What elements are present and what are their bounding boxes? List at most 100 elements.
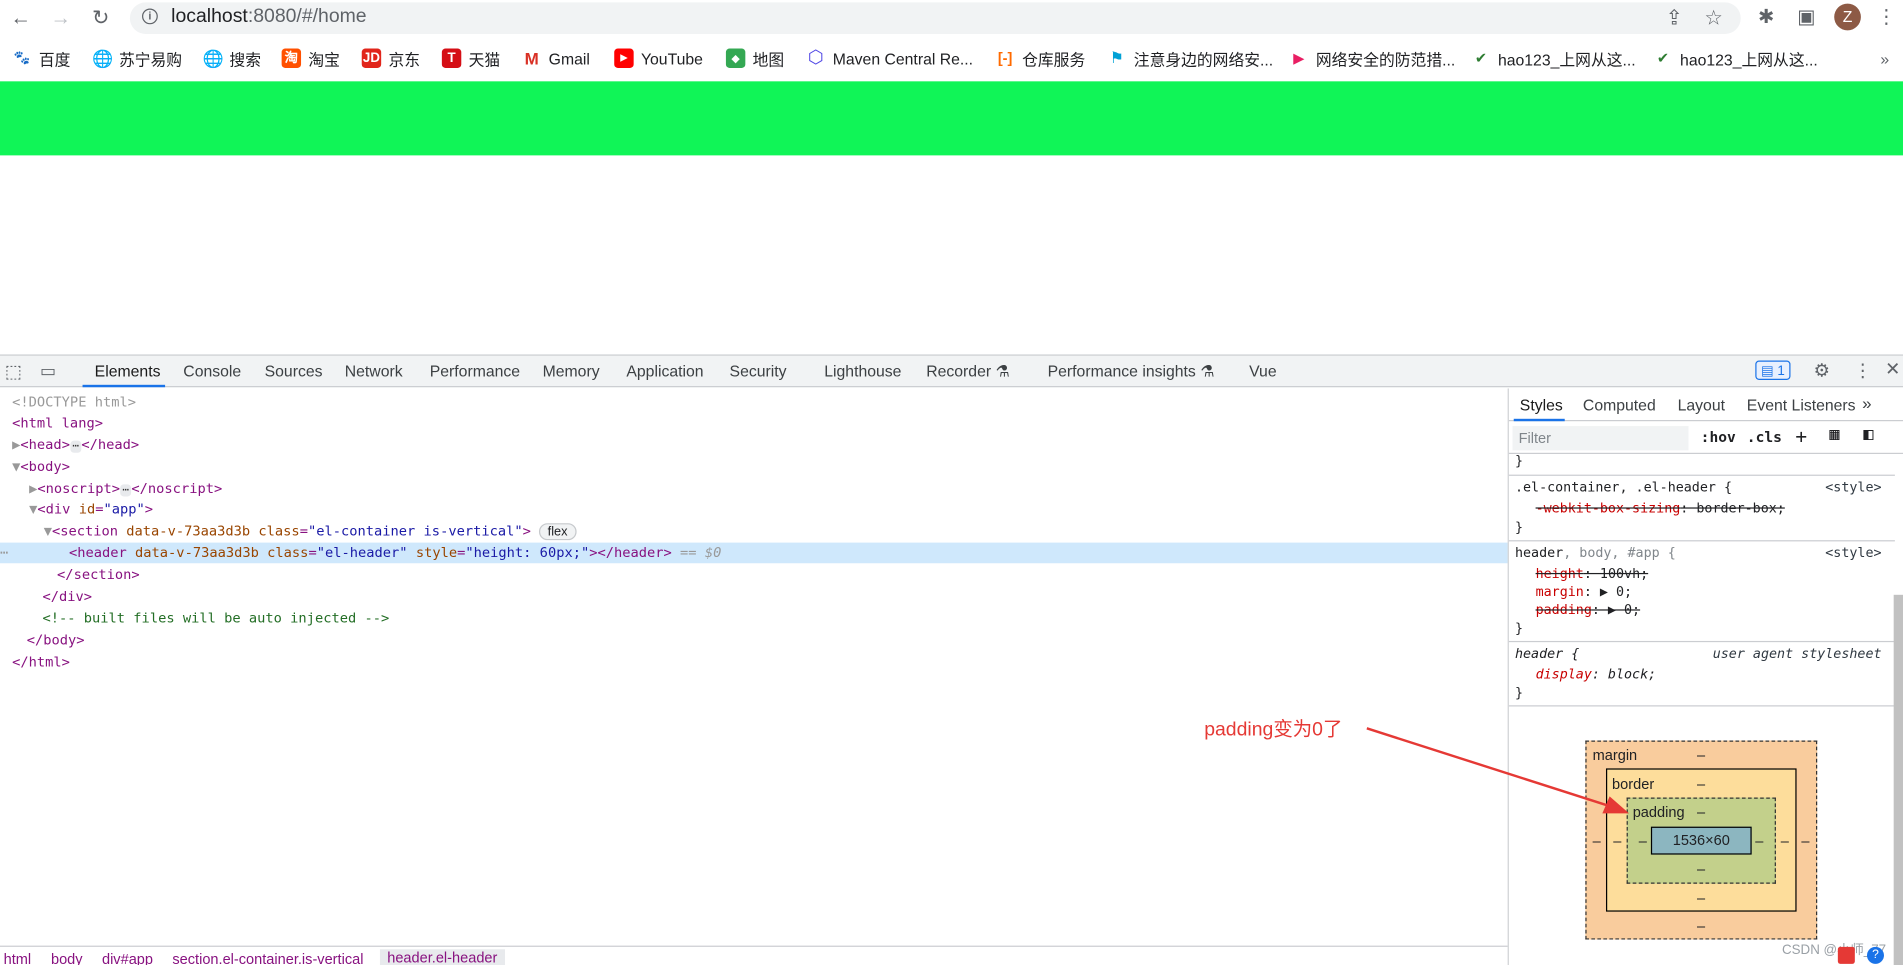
padding-top-value[interactable]: – bbox=[1697, 804, 1705, 821]
rule2-source[interactable]: <style> bbox=[1825, 544, 1881, 562]
collapse-triangle-icon[interactable]: ▼ bbox=[12, 459, 20, 475]
border-bottom-value[interactable]: – bbox=[1697, 890, 1705, 907]
tab-event-listeners[interactable]: Event Listeners bbox=[1747, 396, 1856, 414]
tab-performance-insights[interactable]: Performance insights ⚗ bbox=[1048, 362, 1215, 381]
tab-vue[interactable]: Vue bbox=[1249, 362, 1277, 380]
sidebar-scrollbar[interactable] bbox=[1893, 594, 1903, 965]
collapse-triangle-icon[interactable]: ▼ bbox=[44, 523, 52, 539]
dom-head-node[interactable]: ▶<head> ⋯ </head> bbox=[12, 435, 1520, 456]
rule2-declaration-padding[interactable]: padding: ▶ 0; bbox=[1536, 601, 1641, 619]
menu-icon[interactable]: ⋮ bbox=[1874, 6, 1898, 30]
dom-noscript-node[interactable]: ▶<noscript> ⋯ </noscript> bbox=[29, 478, 1537, 499]
bookmark-item[interactable]: ✔ hao123_上网从这... bbox=[1653, 44, 1818, 73]
close-icon[interactable]: ✕ bbox=[1885, 358, 1900, 380]
breadcrumb-body[interactable]: body bbox=[51, 950, 83, 965]
tab-layout[interactable]: Layout bbox=[1678, 396, 1725, 414]
more-tabs-icon[interactable]: » bbox=[1862, 393, 1871, 412]
tab-console[interactable]: Console bbox=[183, 362, 241, 380]
border-left-value[interactable]: – bbox=[1613, 833, 1621, 850]
margin-bottom-value[interactable]: – bbox=[1697, 918, 1705, 935]
bookmark-item[interactable]: 淘淘宝 bbox=[281, 44, 340, 73]
dom-node-menu-icon[interactable]: ⋯ bbox=[0, 545, 8, 561]
bookmark-item[interactable]: ✔ hao123_上网从这... bbox=[1471, 44, 1636, 73]
padding-bottom-value[interactable]: – bbox=[1697, 861, 1705, 878]
avatar[interactable]: Z bbox=[1834, 3, 1861, 31]
breadcrumb-header[interactable]: header.el-header bbox=[379, 949, 505, 965]
box-model-content-size[interactable]: 1536×60 bbox=[1650, 826, 1752, 855]
bookmark-item[interactable]: ▶ 网络安全的防范措... bbox=[1289, 44, 1455, 73]
dom-div-app-node[interactable]: ▼<div id="app"> bbox=[29, 499, 1537, 520]
margin-left-value[interactable]: – bbox=[1593, 833, 1601, 850]
margin-top-value[interactable]: – bbox=[1697, 747, 1705, 764]
bookmark-item[interactable]: ◆ 地图 bbox=[725, 44, 784, 73]
hov-toggle[interactable]: :hov bbox=[1701, 429, 1736, 446]
toggle-sidebar-icon[interactable]: ◧ bbox=[1863, 425, 1873, 444]
dom-header-node-selected[interactable]: ⋯ <header data-v-73aa3d3b class="el-heade… bbox=[0, 542, 1508, 564]
bookmark-item[interactable]: 🐾 百度 bbox=[12, 44, 71, 73]
rule1-selector-line[interactable]: .el-container, .el-header {<style> bbox=[1515, 478, 1889, 496]
dom-comment[interactable]: <!-- built files will be auto injected -… bbox=[42, 608, 1550, 629]
tab-security[interactable]: Security bbox=[730, 362, 787, 380]
extensions-icon[interactable]: ✱ bbox=[1754, 6, 1778, 30]
bookmark-item[interactable]: 🌐 苏宁易购 bbox=[92, 44, 182, 73]
tab-performance[interactable]: Performance bbox=[430, 362, 520, 380]
rule1-source[interactable]: <style> bbox=[1825, 478, 1881, 496]
tab-elements[interactable]: Elements bbox=[95, 362, 161, 380]
bookmark-item[interactable]: T 天猫 bbox=[441, 44, 500, 73]
rule1-declaration[interactable]: -webkit-box-sizing: border-box; bbox=[1536, 499, 1785, 517]
bookmark-item[interactable]: JD 京东 bbox=[361, 44, 420, 73]
dom-section-close[interactable]: </section> bbox=[57, 564, 1565, 585]
dom-html-open[interactable]: <html lang> bbox=[12, 413, 1520, 434]
side-panel-icon[interactable]: ▣ bbox=[1794, 6, 1818, 30]
expand-triangle-icon[interactable]: ▶ bbox=[12, 437, 20, 453]
help-icon[interactable]: ? bbox=[1866, 946, 1884, 964]
share-icon[interactable]: ⇪ bbox=[1665, 6, 1682, 30]
margin-right-value[interactable]: – bbox=[1801, 833, 1809, 850]
site-info-icon[interactable]: i bbox=[142, 8, 158, 25]
tab-sources[interactable]: Sources bbox=[265, 362, 323, 380]
tab-computed[interactable]: Computed bbox=[1583, 396, 1656, 414]
tab-lighthouse[interactable]: Lighthouse bbox=[824, 362, 901, 380]
more-bookmarks-icon[interactable]: » bbox=[1880, 44, 1889, 73]
tab-memory[interactable]: Memory bbox=[543, 362, 600, 380]
padding-right-value[interactable]: – bbox=[1755, 833, 1763, 850]
bookmark-item[interactable]: ⚑ 注意身边的网络安... bbox=[1107, 44, 1273, 73]
reload-icon[interactable]: ↻ bbox=[87, 5, 114, 32]
rule2-declaration-margin[interactable]: margin: ▶ 0; bbox=[1536, 583, 1633, 601]
cls-toggle[interactable]: .cls bbox=[1747, 429, 1782, 446]
dom-section-node[interactable]: ▼<section data-v-73aa3d3b class="el-cont… bbox=[44, 521, 1552, 542]
back-icon[interactable]: ← bbox=[7, 5, 34, 32]
new-rule-icon[interactable]: + bbox=[1795, 425, 1807, 448]
dom-body-node[interactable]: ▼<body> bbox=[12, 456, 1520, 477]
breadcrumb-section[interactable]: section.el-container.is-vertical bbox=[172, 950, 363, 965]
border-top-value[interactable]: – bbox=[1697, 776, 1705, 793]
expand-triangle-icon[interactable]: ▶ bbox=[29, 481, 37, 497]
bookmark-item[interactable]: [-] 仓库服务 bbox=[995, 44, 1085, 73]
forward-icon[interactable]: → bbox=[47, 5, 74, 32]
ellipsis-icon[interactable]: ⋯ bbox=[119, 484, 132, 497]
bookmark-item[interactable]: ⬡ Maven Central Re... bbox=[806, 44, 973, 73]
star-icon[interactable]: ☆ bbox=[1704, 6, 1723, 30]
collapse-triangle-icon[interactable]: ▼ bbox=[29, 501, 37, 517]
styles-filter-input[interactable]: Filter bbox=[1512, 426, 1689, 451]
issues-badge[interactable]: ▤ 1 bbox=[1755, 360, 1791, 380]
address-bar[interactable]: i localhost:8080/#/home ⇪ ☆ bbox=[129, 2, 1741, 34]
paint-icon[interactable]: ▦ bbox=[1829, 425, 1839, 444]
more-options-icon[interactable]: ⋮ bbox=[1854, 359, 1872, 382]
inspect-element-icon[interactable]: ⬚ bbox=[5, 361, 22, 383]
device-toolbar-icon[interactable]: ▭ bbox=[40, 361, 56, 382]
ellipsis-icon[interactable]: ⋯ bbox=[69, 440, 82, 453]
flex-badge[interactable]: flex bbox=[539, 523, 577, 541]
dom-html-close[interactable]: </html> bbox=[12, 652, 1520, 673]
dom-body-close[interactable]: </body> bbox=[27, 630, 1535, 651]
rule2-selector-line[interactable]: header, body, #app {<style> bbox=[1515, 544, 1889, 562]
border-right-value[interactable]: – bbox=[1781, 833, 1789, 850]
padding-left-value[interactable]: – bbox=[1639, 833, 1647, 850]
dom-doctype[interactable]: <!DOCTYPE html> bbox=[12, 392, 1520, 413]
rule2-declaration-height[interactable]: height: 100vh; bbox=[1536, 564, 1649, 582]
dom-div-close[interactable]: </div> bbox=[42, 586, 1550, 607]
tab-application[interactable]: Application bbox=[626, 362, 703, 380]
tab-recorder[interactable]: Recorder ⚗ bbox=[926, 362, 1009, 381]
tab-styles[interactable]: Styles bbox=[1520, 396, 1563, 414]
rule3-selector-line[interactable]: header {user agent stylesheet bbox=[1515, 645, 1889, 663]
